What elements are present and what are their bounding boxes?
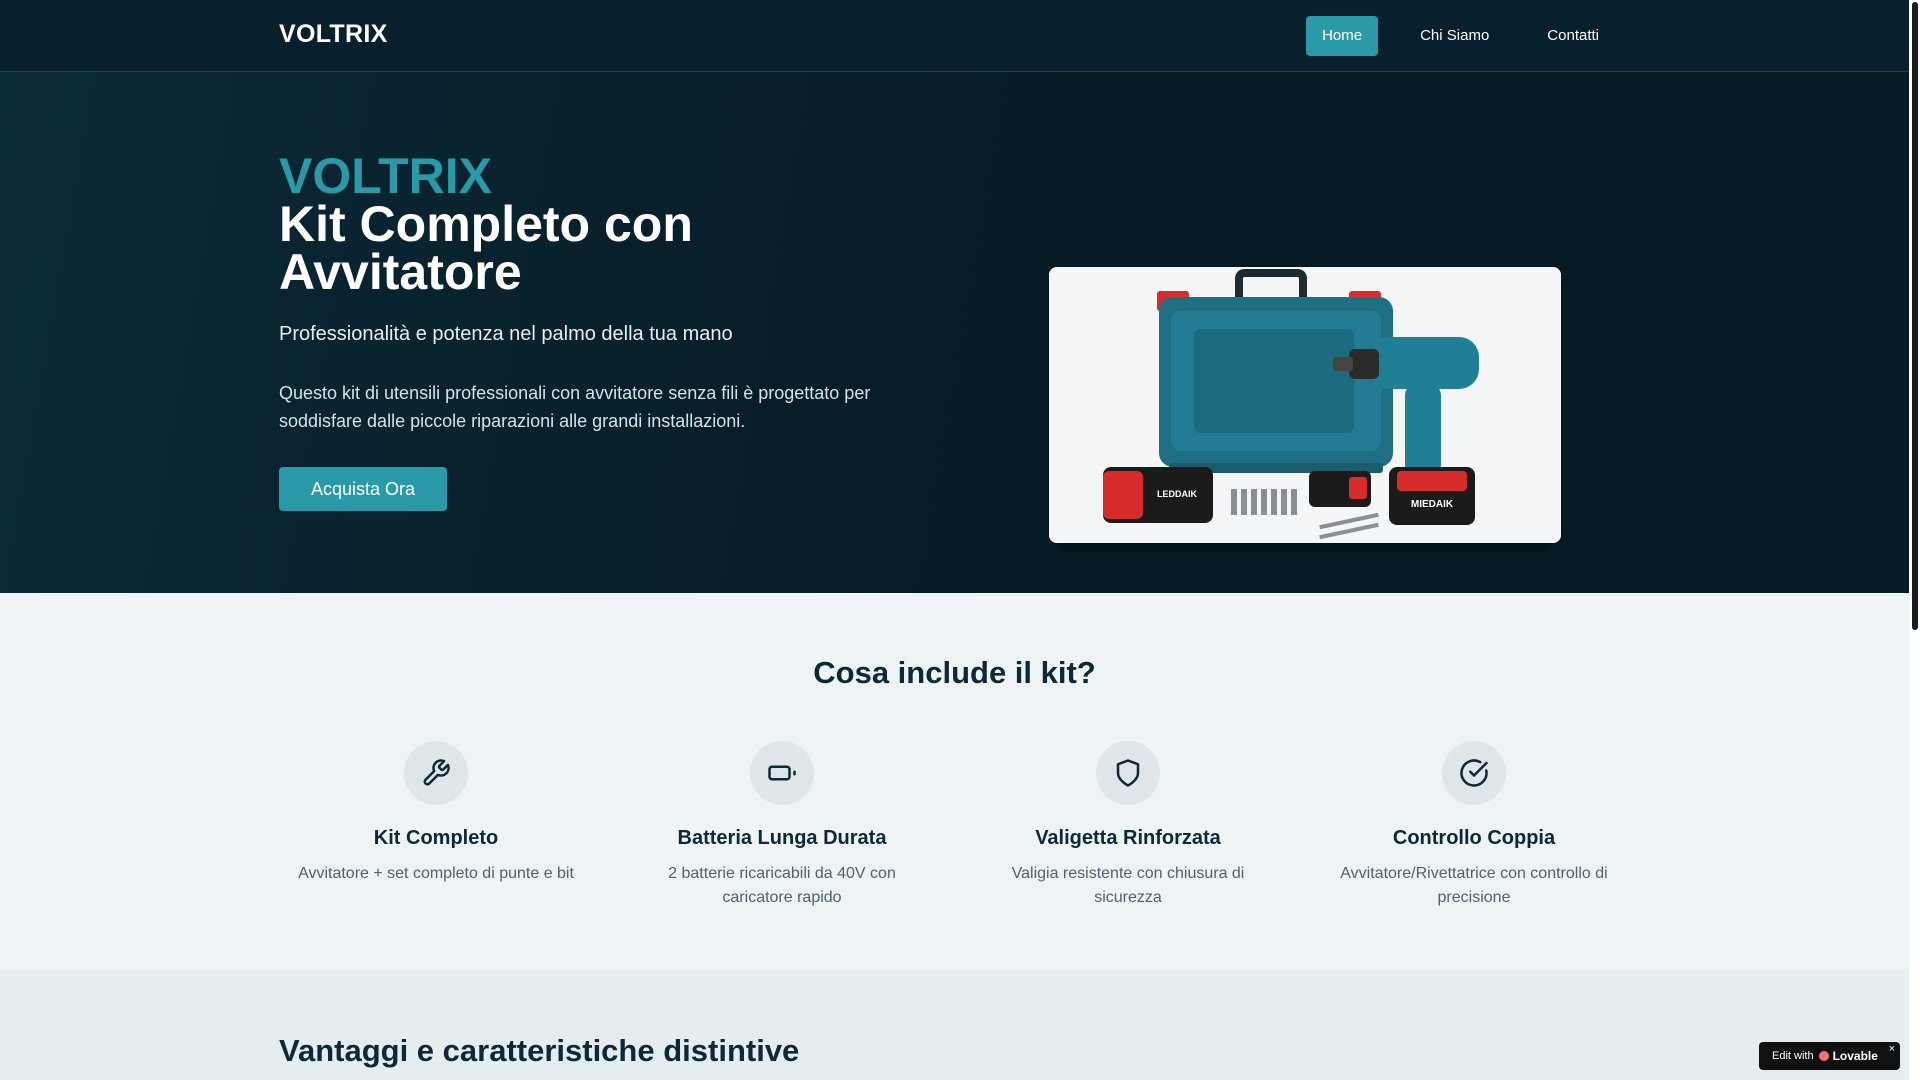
features-title: Cosa include il kit?	[813, 655, 1096, 690]
features-section: Cosa include il kit? Kit Completo Avvita…	[0, 593, 1909, 969]
edit-with-lovable-badge[interactable]: Edit with Lovable ×	[1759, 1042, 1900, 1070]
advantages-title: Vantaggi e caratteristiche distintive	[279, 1033, 800, 1068]
badge-prefix: Edit with	[1772, 1050, 1814, 1062]
feature-desc: Valigia resistente con chiusura di sicur…	[1011, 865, 1245, 906]
hero-brand: VOLTRIX	[279, 148, 492, 204]
battery-label-2: MIEDAIK	[1411, 499, 1454, 510]
hero-description: Questo kit di utensili professionali con…	[279, 383, 871, 431]
close-icon[interactable]: ×	[1889, 1043, 1895, 1055]
feature-title: Kit Completo	[373, 827, 499, 849]
battery-icon	[750, 741, 814, 805]
feature-desc: Avvitatore/Rivettatrice con controllo di…	[1340, 865, 1608, 906]
scrollbar-thumb[interactable]	[1912, 2, 1918, 630]
feature-title: Controllo Coppia	[1392, 827, 1556, 849]
hero-section: VOLTRIX Kit Completo con Avvitatore Prof…	[0, 72, 1909, 593]
feature-card: Valigetta Rinforzata Valigia resistente …	[973, 741, 1283, 910]
feature-card: Controllo Coppia Avvitatore/Rivettatrice…	[1319, 741, 1629, 910]
nav-links: Home Chi Siamo Contatti	[1306, 16, 1615, 56]
hero-title: Kit Completo con Avvitatore	[279, 196, 693, 300]
nav-link-chi-siamo[interactable]: Chi Siamo	[1404, 16, 1505, 56]
feature-desc: 2 batterie ricaricabili da 40V con caric…	[668, 865, 896, 906]
feature-card: Kit Completo Avvitatore + set completo d…	[281, 741, 591, 886]
check-circle-icon	[1442, 741, 1506, 805]
hero-subtitle: Professionalità e potenza nel palmo dell…	[279, 323, 733, 345]
wrench-icon	[404, 741, 468, 805]
buy-now-button[interactable]: Acquista Ora	[279, 467, 448, 511]
brand-logo[interactable]: VOLTRIX	[279, 20, 388, 49]
nav-link-home[interactable]: Home	[1306, 16, 1379, 56]
page: VOLTRIX Home Chi Siamo Contatti VOLTRIX …	[0, 0, 1909, 1080]
feature-desc: Avvitatore + set completo di punte e bit	[298, 865, 574, 882]
nav-link-contatti[interactable]: Contatti	[1531, 16, 1615, 56]
battery-label-1: LEDDAIK	[1157, 489, 1197, 499]
feature-title: Valigetta Rinforzata	[1035, 827, 1221, 849]
product-image: MIEDAIK LEDDAIK	[1049, 267, 1561, 543]
feature-title: Batteria Lunga Durata	[677, 827, 887, 849]
shield-icon	[1096, 741, 1160, 805]
top-nav: VOLTRIX Home Chi Siamo Contatti	[0, 0, 1909, 72]
hero-text: VOLTRIX Kit Completo con Avvitatore Prof…	[279, 148, 939, 511]
badge-brand: Lovable	[1832, 1049, 1878, 1063]
advantages-section: Vantaggi e caratteristiche distintive	[0, 969, 1909, 1080]
drill-kit-illustration: MIEDAIK LEDDAIK	[1049, 267, 1561, 543]
heart-icon	[1818, 1051, 1829, 1061]
feature-card: Batteria Lunga Durata 2 batterie ricaric…	[627, 741, 937, 910]
